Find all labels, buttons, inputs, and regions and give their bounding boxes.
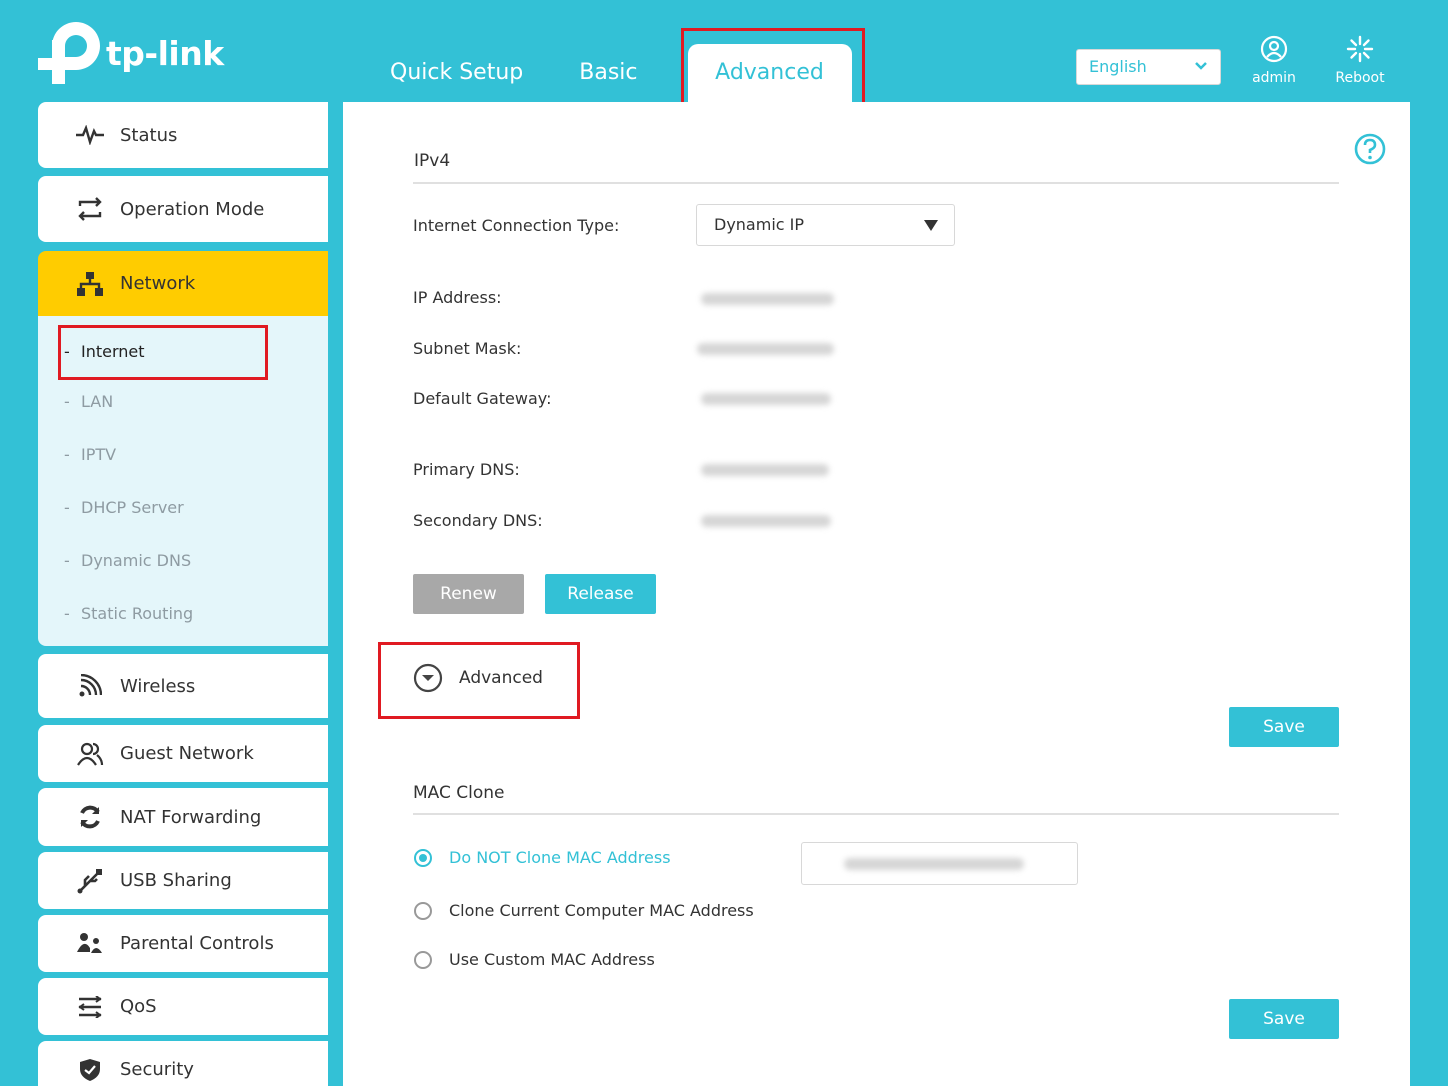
admin-label: admin <box>1252 70 1296 86</box>
sidebar-item-nat-forwarding[interactable]: NAT Forwarding <box>38 788 328 846</box>
reboot-icon <box>1346 35 1374 63</box>
submenu-item-iptv[interactable]: - IPTV <box>64 445 116 464</box>
submenu-item-label: Dynamic DNS <box>81 551 192 570</box>
chevron-down-circle-icon <box>413 663 443 693</box>
primary-dns-label: Primary DNS: <box>413 460 520 479</box>
sidebar-item-qos[interactable]: QoS <box>38 978 328 1035</box>
ipv4-section-title: IPv4 <box>414 151 451 171</box>
shield-icon <box>72 1058 108 1082</box>
mac-clone-save-button[interactable]: Save <box>1229 999 1339 1039</box>
submenu-item-internet[interactable]: - Internet <box>64 342 145 361</box>
sidebar-item-network[interactable]: Network <box>38 251 328 316</box>
chevron-down-icon <box>1195 62 1207 70</box>
default-gateway-value-blurred <box>701 393 831 405</box>
radio-clone-current[interactable] <box>414 902 432 920</box>
user-circle-icon <box>1260 35 1288 63</box>
sidebar-item-security[interactable]: Security <box>38 1041 328 1086</box>
reboot-label: Reboot <box>1335 70 1385 86</box>
main-tabs: Quick Setup Basic Advanced <box>362 44 852 102</box>
tp-link-logo: tp-link <box>38 22 224 84</box>
sidebar-item-label: QoS <box>120 996 157 1017</box>
radio-custom-mac[interactable] <box>414 951 432 969</box>
language-value: English <box>1089 57 1147 76</box>
subnet-mask-label: Subnet Mask: <box>413 339 522 358</box>
sidebar-item-label: Guest Network <box>120 743 254 764</box>
default-gateway-label: Default Gateway: <box>413 389 552 408</box>
tab-basic[interactable]: Basic <box>551 44 665 102</box>
ip-address-label: IP Address: <box>413 288 502 307</box>
sidebar-item-status[interactable]: Status <box>38 102 328 168</box>
ipv4-save-button[interactable]: Save <box>1229 707 1339 747</box>
sidebar-item-label: Wireless <box>120 675 196 697</box>
admin-button[interactable]: admin <box>1239 34 1309 86</box>
reboot-button[interactable]: Reboot <box>1325 34 1395 86</box>
sidebar-item-label: Network <box>120 273 196 294</box>
dropdown-triangle-icon <box>924 220 938 231</box>
guests-icon <box>72 741 108 767</box>
submenu-item-lan[interactable]: - LAN <box>64 392 113 411</box>
radio-custom-mac-label[interactable]: Use Custom MAC Address <box>449 950 655 969</box>
primary-dns-value-blurred <box>701 464 829 476</box>
radio-clone-current-label[interactable]: Clone Current Computer MAC Address <box>449 901 754 920</box>
connection-type-value: Dynamic IP <box>714 215 805 234</box>
content-panel: IPv4 Internet Connection Type: Dynamic I… <box>343 102 1410 1086</box>
submenu-item-label: DHCP Server <box>81 498 184 517</box>
sidebar-item-label: USB Sharing <box>120 870 232 891</box>
submenu-item-label: LAN <box>81 392 114 411</box>
sliders-icon <box>72 995 108 1018</box>
wifi-icon <box>72 674 108 698</box>
network-submenu <box>38 316 328 646</box>
tp-link-logo-icon <box>38 22 102 84</box>
usb-icon <box>72 868 108 894</box>
submenu-item-dynamic-dns[interactable]: - Dynamic DNS <box>64 551 191 570</box>
network-topology-icon <box>72 271 108 297</box>
sidebar-item-label: Parental Controls <box>120 933 274 954</box>
ipv4-divider <box>413 182 1339 184</box>
sidebar-item-label: NAT Forwarding <box>120 806 262 828</box>
submenu-item-label: IPTV <box>81 445 117 464</box>
sidebar-item-usb-sharing[interactable]: USB Sharing <box>38 852 328 909</box>
sidebar-item-operation-mode[interactable]: Operation Mode <box>38 176 328 242</box>
language-select[interactable]: English <box>1076 49 1221 85</box>
pulse-icon <box>72 125 108 145</box>
mac-address-field <box>801 842 1078 885</box>
advanced-toggle[interactable]: Advanced <box>413 663 543 693</box>
sidebar-item-label: Operation Mode <box>120 198 265 220</box>
renew-button[interactable]: Renew <box>413 574 524 614</box>
sidebar-item-parental-controls[interactable]: Parental Controls <box>38 915 328 972</box>
connection-type-label: Internet Connection Type: <box>413 216 620 235</box>
tab-advanced[interactable]: Advanced <box>687 44 852 102</box>
submenu-item-static-routing[interactable]: - Static Routing <box>64 604 193 623</box>
radio-do-not-clone[interactable] <box>414 849 432 867</box>
refresh-circle-icon <box>72 804 108 830</box>
help-icon[interactable] <box>1354 133 1386 165</box>
secondary-dns-label: Secondary DNS: <box>413 511 543 530</box>
sidebar-item-label: Status <box>120 124 178 146</box>
advanced-toggle-label: Advanced <box>459 668 543 688</box>
mac-clone-divider <box>413 813 1339 815</box>
sidebar-item-wireless[interactable]: Wireless <box>38 654 328 718</box>
secondary-dns-value-blurred <box>701 515 831 527</box>
family-icon <box>72 932 108 956</box>
release-button[interactable]: Release <box>545 574 656 614</box>
swap-arrows-icon <box>72 196 108 222</box>
tab-quick-setup[interactable]: Quick Setup <box>362 44 551 102</box>
mac-clone-section-title: MAC Clone <box>413 783 505 803</box>
connection-type-select[interactable]: Dynamic IP <box>696 204 955 246</box>
sidebar-item-label: Security <box>120 1059 194 1080</box>
radio-do-not-clone-label[interactable]: Do NOT Clone MAC Address <box>449 848 671 867</box>
submenu-item-label: Internet <box>81 342 145 361</box>
submenu-item-dhcp-server[interactable]: - DHCP Server <box>64 498 184 517</box>
mac-address-value-blurred <box>844 858 1024 870</box>
sidebar-item-guest-network[interactable]: Guest Network <box>38 725 328 782</box>
submenu-item-label: Static Routing <box>81 604 194 623</box>
ip-address-value-blurred <box>701 293 834 305</box>
brand-name: tp-link <box>106 33 224 73</box>
subnet-mask-value-blurred <box>697 343 834 355</box>
